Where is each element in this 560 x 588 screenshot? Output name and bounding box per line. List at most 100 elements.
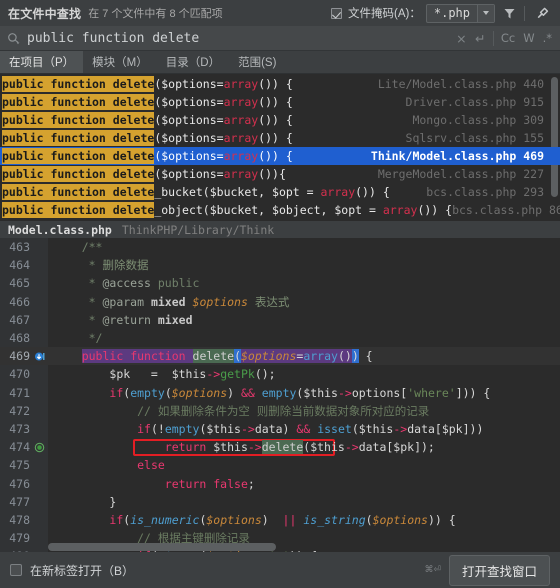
line-number: 479	[9, 531, 30, 546]
pin-icon	[537, 7, 548, 18]
result-code: public function delete_bucket($bucket, $…	[2, 184, 390, 200]
code-line: 467 * @return mixed	[0, 311, 560, 329]
code-text: else	[137, 458, 165, 473]
result-match-highlight: public function delete	[2, 94, 155, 110]
result-match-highlight: public function delete	[2, 166, 155, 182]
file-mask-dropdown-arrow[interactable]	[477, 4, 494, 22]
code-text: $pk = $this->getPk();	[109, 367, 276, 382]
code-text: if(strpos($options,',')) {	[48, 549, 317, 552]
line-number: 469	[9, 349, 30, 364]
header-divider	[524, 5, 525, 21]
file-mask-combobox[interactable]: *.php	[425, 3, 495, 23]
code-line: 465 * @access public	[0, 274, 560, 292]
line-number: 472	[9, 403, 30, 418]
result-row[interactable]: public function delete_bucket($bucket, $…	[0, 183, 560, 201]
tab-in-project[interactable]: 在项目（P）	[0, 51, 84, 73]
code-text: }	[109, 494, 117, 509]
match-case-toggle[interactable]: Cc	[497, 31, 519, 45]
code-line: 471 if(empty($options) && empty($this->o…	[0, 384, 560, 402]
code-line: 469 public function delete($options=arra…	[0, 347, 560, 366]
line-number: 470	[9, 367, 30, 382]
filter-button[interactable]	[497, 2, 521, 24]
search-bar[interactable]: public function delete × ↵ Cc W .*	[0, 26, 560, 51]
line-number: 480	[0, 549, 30, 552]
filter-icon	[504, 8, 514, 18]
code-text: * 删除数据	[54, 258, 149, 273]
code-line: 477 }	[0, 493, 560, 511]
result-file-path: Sqlsrv.class.php 155	[405, 131, 544, 145]
code-preview[interactable]: 463 /** 464 * 删除数据 465 * @access public 466…	[0, 238, 560, 552]
search-input[interactable]: public function delete	[27, 31, 199, 46]
open-find-window-button[interactable]: 打开查找窗口	[448, 554, 550, 586]
pin-button[interactable]	[530, 2, 554, 24]
code-line: 475 else	[0, 456, 560, 474]
result-row[interactable]: public function delete($options=array())…	[0, 129, 560, 147]
search-history-icon[interactable]: ↵	[471, 31, 490, 46]
result-row[interactable]: public function delete($options=array())…	[0, 75, 560, 93]
code-text: // 如果删除条件为空 则删除当前数据对象所对应的记录	[137, 403, 430, 418]
chevron-down-icon	[483, 11, 489, 15]
line-number: 477	[9, 494, 30, 509]
code-text: if(empty($options) && empty($this->optio…	[109, 385, 491, 400]
search-divider	[492, 30, 494, 46]
tab-scope[interactable]: 范围(S)	[229, 51, 285, 73]
code-line: 473 if(!empty($this->data) && isset($thi…	[0, 420, 560, 438]
tab-directory[interactable]: 目录（D）	[157, 51, 229, 73]
line-number: 476	[9, 476, 30, 491]
result-row[interactable]: public function delete($options=array())…	[0, 93, 560, 111]
line-number: 463	[9, 240, 30, 255]
override-method-icon[interactable]	[34, 351, 45, 362]
result-code: public function delete($options=array())…	[2, 166, 286, 182]
line-number: 473	[9, 421, 30, 436]
line-number: 475	[9, 458, 30, 473]
result-file-path: Think/Model.class.php 469	[370, 149, 544, 163]
result-file-path: MergeModel.class.php 227	[377, 167, 544, 181]
result-code: public function delete($options=array())…	[2, 76, 293, 92]
result-code: public function delete($options=array())…	[2, 94, 293, 110]
code-line: 463 /**	[0, 238, 560, 256]
gutter-icon-slot	[30, 351, 48, 362]
code-text: public function delete($options=array())…	[81, 349, 373, 364]
line-number: 471	[9, 385, 30, 400]
code-text: * @param mixed $options 表达式	[54, 294, 290, 309]
result-match-highlight: public function delete	[2, 148, 155, 164]
result-code: public function delete($options=array())…	[2, 130, 293, 146]
code-lines: 463 /** 464 * 删除数据 465 * @access public 466…	[0, 238, 560, 552]
result-match-highlight: public function delete	[2, 184, 155, 200]
code-line: 472 // 如果删除条件为空 则删除当前数据对象所对应的记录	[0, 402, 560, 420]
line-number: 478	[9, 512, 30, 527]
preview-filename: Model.class.php	[8, 222, 112, 237]
dialog-header: 在文件中查找 在 7 个文件中有 8 个匹配项 文件掩码(A)： *.php	[0, 0, 560, 26]
preview-directory: ThinkPHP/Library/Think	[121, 222, 275, 237]
code-text: return $this->delete($this->data[$pk]);	[164, 440, 435, 455]
line-number: 464	[9, 258, 30, 273]
scope-tabs: 在项目（P） 模块（M） 目录（D） 范围(S)	[0, 51, 560, 74]
clear-search-icon[interactable]: ×	[452, 31, 471, 46]
bookmark-icon[interactable]	[34, 442, 45, 453]
regex-toggle[interactable]: .*	[539, 31, 556, 45]
result-match-highlight: public function delete	[2, 130, 155, 146]
code-line: 468 */	[0, 329, 560, 347]
file-mask-checkbox[interactable]	[331, 7, 343, 19]
result-match-highlight: public function delete	[2, 202, 155, 218]
tab-module[interactable]: 模块（M）	[83, 51, 157, 73]
result-row[interactable]: public function delete($options=array())…	[0, 111, 560, 129]
result-file-path: Driver.class.php 915	[405, 95, 544, 109]
gutter-icon-slot	[30, 442, 48, 453]
code-text: */	[54, 331, 103, 346]
result-code: public function delete($options=array())…	[2, 112, 293, 128]
dialog-footer: 在新标签打开（B） ⌘⏎ 打开查找窗口	[0, 552, 560, 588]
result-row[interactable]: public function delete($options=array())…	[0, 147, 560, 165]
result-match-highlight: public function delete	[2, 112, 155, 128]
code-text: * @return mixed	[54, 312, 193, 327]
result-row[interactable]: public function delete_object($bucket, $…	[0, 201, 560, 219]
file-mask-value: *.php	[433, 6, 470, 20]
code-line: 474 return $this->delete($this->data[$pk…	[0, 438, 560, 456]
words-toggle[interactable]: W	[519, 31, 538, 45]
result-code: public function delete($options=array())…	[2, 148, 293, 164]
preview-file-pathbar: Model.class.php ThinkPHP/Library/Think	[0, 221, 560, 238]
result-row[interactable]: public function delete($options=array())…	[0, 165, 560, 183]
result-file-path: bcs.class.php 293	[426, 185, 544, 199]
results-list[interactable]: public function delete($options=array())…	[0, 74, 560, 221]
open-in-new-tab-checkbox[interactable]	[10, 564, 22, 576]
